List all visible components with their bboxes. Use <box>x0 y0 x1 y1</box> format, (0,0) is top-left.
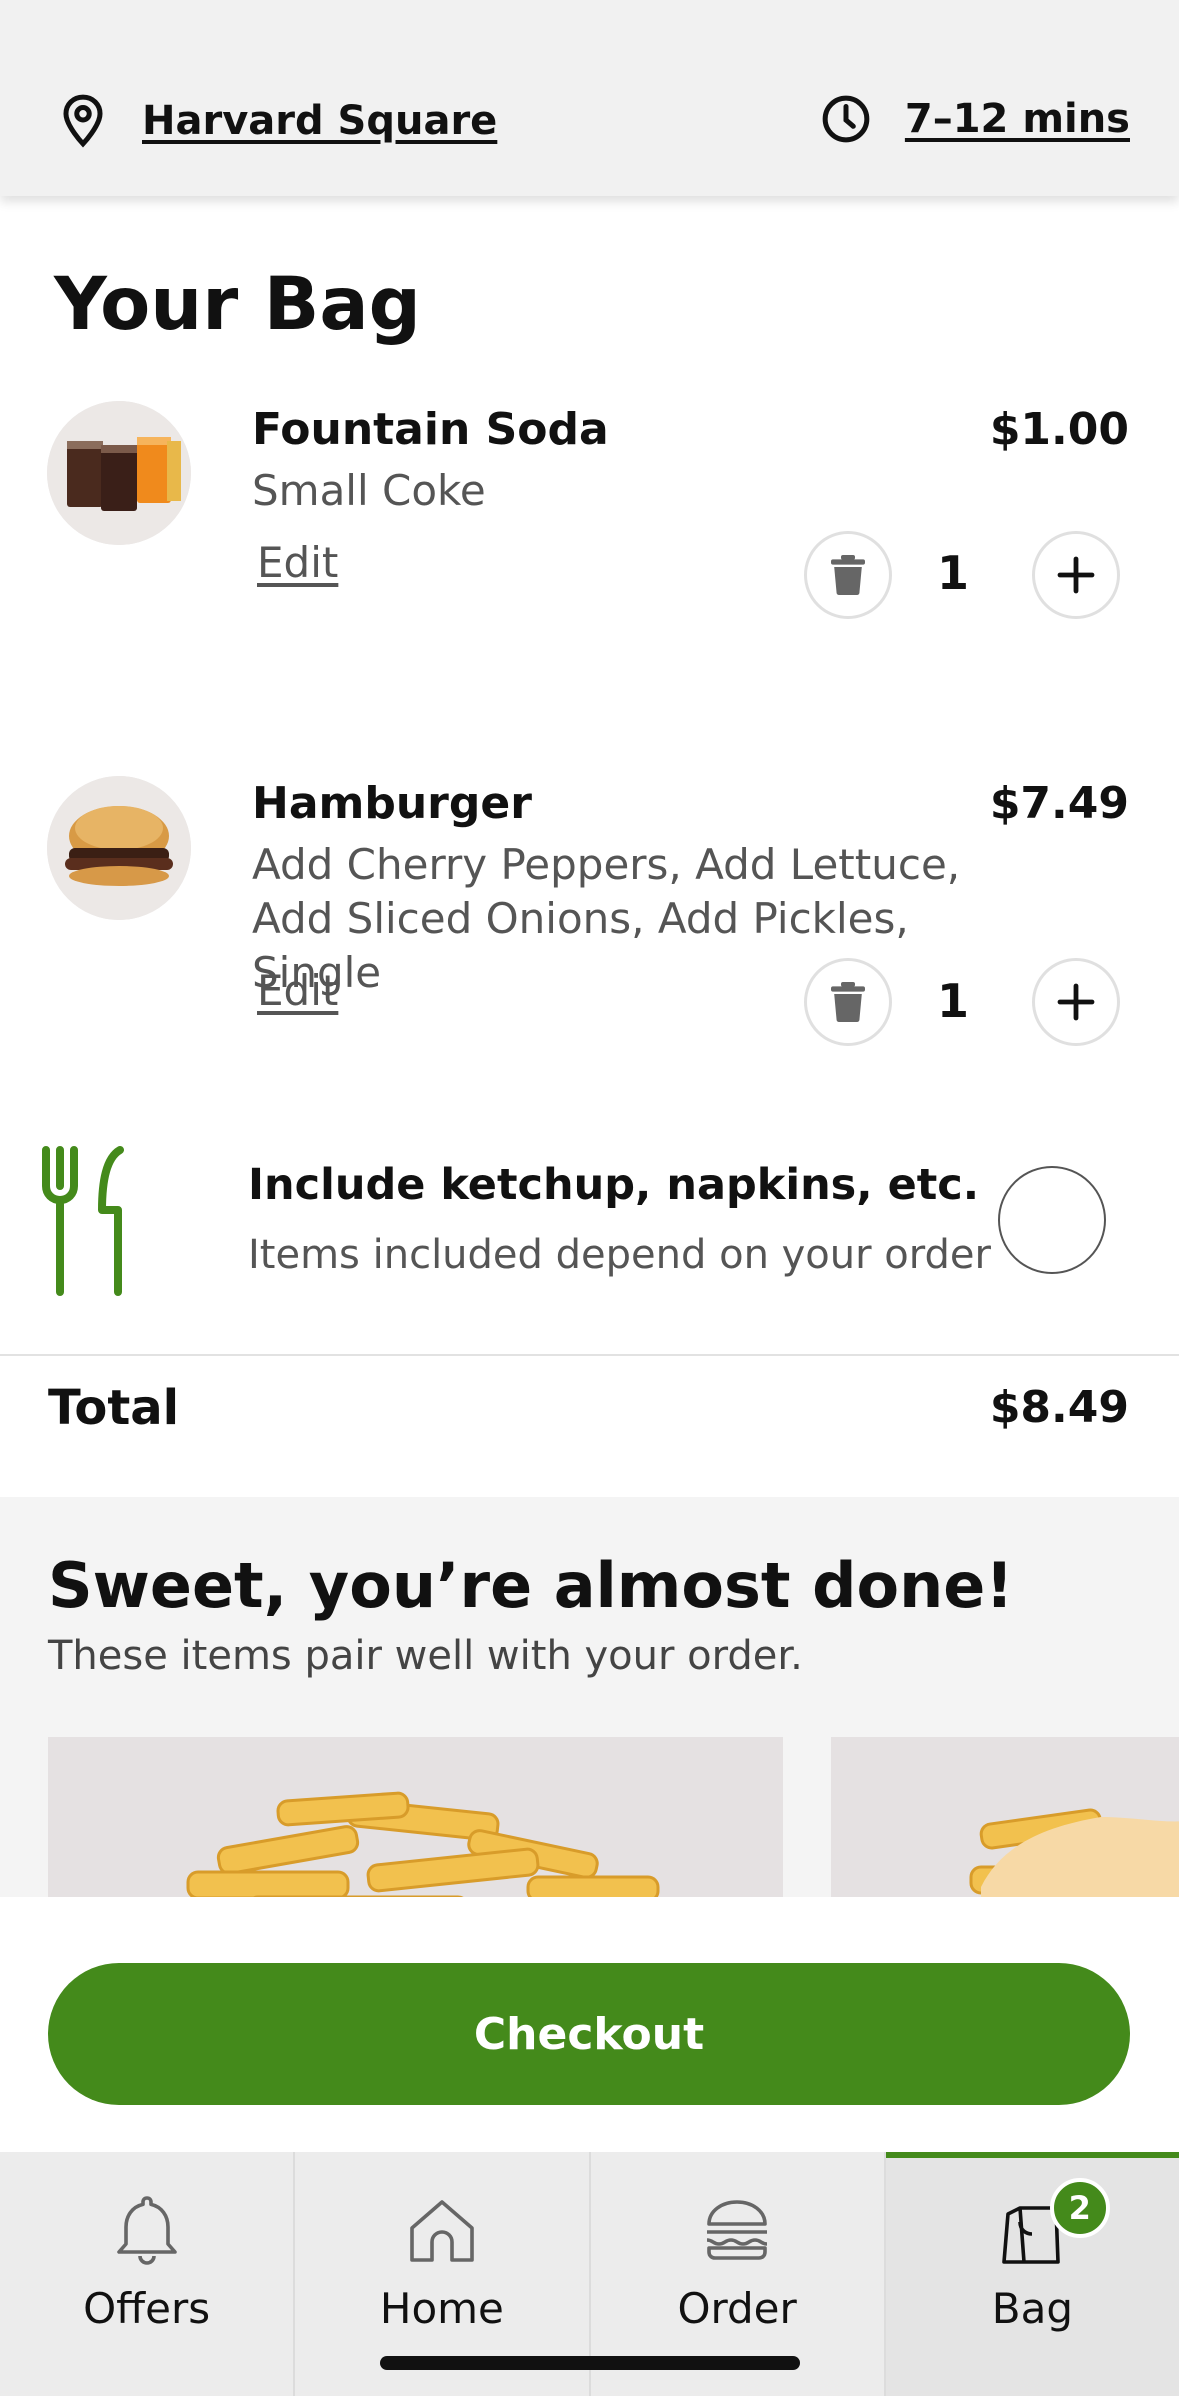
tab-label: Bag <box>991 2284 1073 2333</box>
item-price: $1.00 <box>989 404 1129 455</box>
bag-count-badge: 2 <box>1049 2178 1110 2238</box>
tab-label: Offers <box>83 2284 211 2333</box>
edit-item-link[interactable]: Edit <box>257 538 338 587</box>
item-quantity: 1 <box>936 974 969 1028</box>
map-pin-icon <box>63 94 103 148</box>
item-price: $7.49 <box>989 778 1129 829</box>
item-quantity: 1 <box>936 546 969 600</box>
checkout-area: Checkout <box>0 1897 1179 2152</box>
edit-item-link[interactable]: Edit <box>257 966 338 1015</box>
tab-offers[interactable]: Offers <box>0 2152 296 2396</box>
trash-icon <box>831 555 865 595</box>
upsell-card-cheese-fries[interactable] <box>831 1737 1179 1897</box>
plus-icon <box>1057 556 1095 594</box>
cheese-fries-image <box>969 1808 1179 1897</box>
location-selector[interactable]: Harvard Square <box>58 94 497 148</box>
item-description: Small Coke <box>252 466 486 515</box>
fork-knife-icon <box>42 1146 124 1296</box>
location-name[interactable]: Harvard Square <box>142 98 497 144</box>
home-icon <box>410 2200 474 2262</box>
hamburger-image <box>47 776 191 920</box>
delete-item-button[interactable] <box>804 958 892 1046</box>
soda-cups-image <box>47 401 191 545</box>
delete-item-button[interactable] <box>804 531 892 619</box>
increase-quantity-button[interactable] <box>1032 531 1120 619</box>
home-indicator <box>380 2356 800 2370</box>
item-name: Fountain Soda <box>252 404 609 455</box>
utensils-subtitle: Items included depend on your order <box>248 1232 991 1278</box>
upsell-section: Sweet, you’re almost done! These items p… <box>0 1497 1179 1897</box>
plus-icon <box>1057 983 1095 1021</box>
eta-text[interactable]: 7–12 mins <box>905 96 1130 142</box>
utensils-title: Include ketchup, napkins, etc. <box>248 1160 980 1210</box>
total-value: $8.49 <box>989 1382 1129 1433</box>
location-header: Harvard Square 7–12 mins <box>0 0 1179 196</box>
burger-icon <box>706 2200 768 2260</box>
item-image-hamburger <box>47 776 191 920</box>
bell-icon <box>116 2196 177 2265</box>
upsell-subtitle: These items pair well with your order. <box>48 1633 803 1679</box>
page-title: Your Bag <box>54 262 421 347</box>
fries-image <box>186 1791 660 1897</box>
eta-selector[interactable]: 7–12 mins <box>821 94 1130 144</box>
increase-quantity-button[interactable] <box>1032 958 1120 1046</box>
trash-icon <box>831 982 865 1022</box>
upsell-title: Sweet, you’re almost done! <box>48 1549 1014 1622</box>
clock-icon <box>822 95 870 143</box>
tab-bag[interactable]: 2 Bag <box>885 2152 1179 2396</box>
tab-label: Home <box>379 2284 504 2333</box>
utensils-checkbox[interactable] <box>998 1166 1106 1274</box>
tab-label: Order <box>677 2284 797 2333</box>
divider <box>0 1354 1179 1356</box>
checkout-button[interactable]: Checkout <box>48 1963 1130 2105</box>
item-description: Add Cherry Peppers, Add Lettuce, Add Sli… <box>252 840 961 997</box>
upsell-card-fries[interactable] <box>48 1737 783 1897</box>
total-label: Total <box>48 1380 180 1436</box>
item-name: Hamburger <box>252 778 532 829</box>
item-image-fountain-soda <box>47 401 191 545</box>
